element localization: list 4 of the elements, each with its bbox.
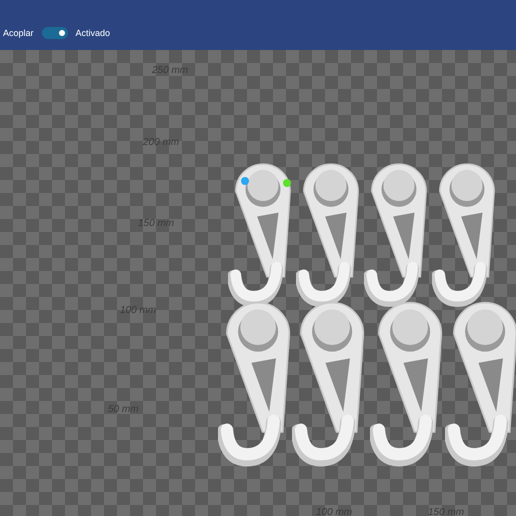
grip-handle[interactable] xyxy=(283,179,291,187)
dock-toggle[interactable] xyxy=(42,27,68,39)
dock-label: Acoplar xyxy=(3,27,34,39)
toggle-status: Activado xyxy=(76,27,110,39)
